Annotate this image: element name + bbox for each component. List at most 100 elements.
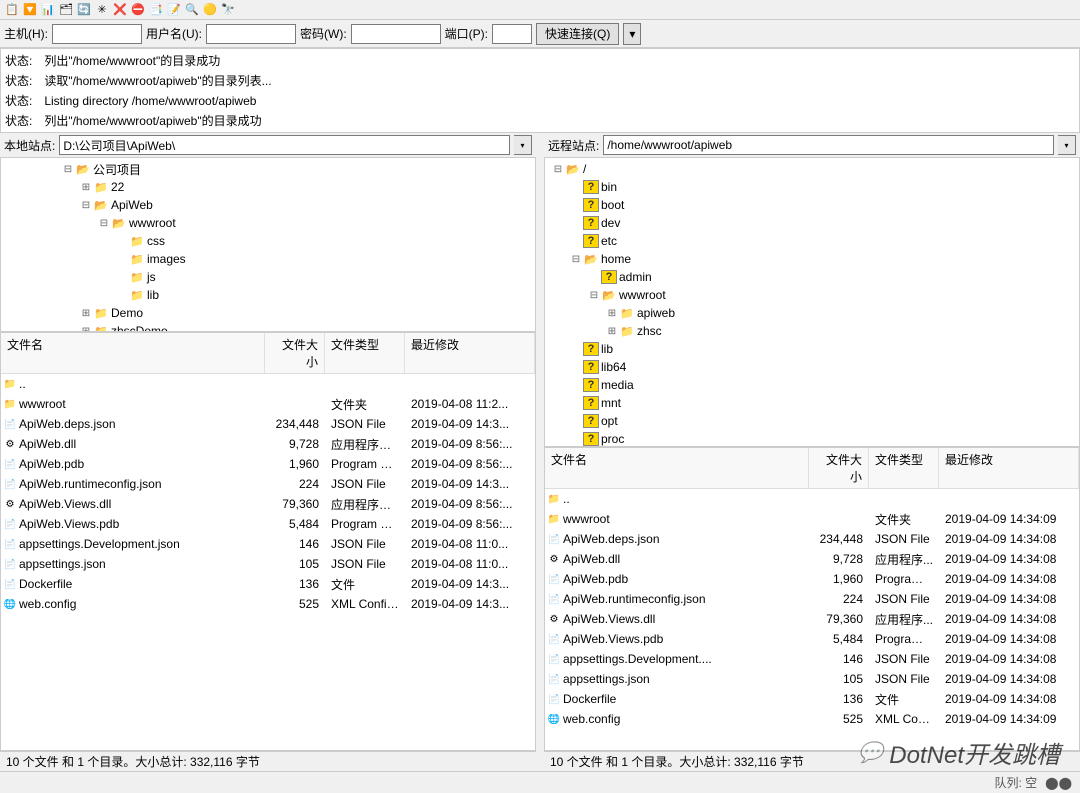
tree-item[interactable]: ⊟ wwwroot [547,286,1077,304]
tree-item[interactable]: ⊟wwwroot [3,214,533,232]
tree-expander[interactable]: ⊞ [605,308,619,319]
tree-item[interactable]: css [3,232,533,250]
file-row[interactable]: ⚙ApiWeb.dll9,728应用程序扩展2019-04-09 8:56:..… [1,434,535,454]
search-icon[interactable]: 🔍 [184,2,200,18]
local-path-dropdown[interactable]: ▾ [514,135,532,155]
port-input[interactable] [492,24,532,44]
file-row[interactable]: 🌐web.config525XML Conf...2019-04-09 14:3… [545,709,1079,729]
file-row[interactable]: 📄ApiWeb.deps.json234,448JSON File2019-04… [545,529,1079,549]
toolbar-icon[interactable]: 📊 [40,2,56,18]
tree-item[interactable]: ?lib64 [547,358,1077,376]
tree-expander[interactable]: ⊞ [605,326,619,337]
tree-item[interactable]: ⊞Demo [3,304,533,322]
tree-item[interactable]: ?boot [547,196,1077,214]
file-row[interactable]: 📄Dockerfile136文件2019-04-09 14:3... [1,574,535,594]
file-row[interactable]: 📁.. [1,374,535,394]
file-row[interactable]: ⚙ApiWeb.dll9,728应用程序...2019-04-09 14:34:… [545,549,1079,569]
toolbar-icon[interactable]: ✳ [94,2,110,18]
refresh-icon[interactable]: 🔄 [76,2,92,18]
tree-expander[interactable]: ⊟ [569,254,583,265]
tree-item[interactable]: ?admin [547,268,1077,286]
file-row[interactable]: 📄ApiWeb.runtimeconfig.json224JSON File20… [545,589,1079,609]
tree-expander[interactable]: ⊟ [97,218,111,229]
file-row[interactable]: 📄ApiWeb.Views.pdb5,484Program Deb...2019… [1,514,535,534]
file-row[interactable]: 📄ApiWeb.pdb1,960Program Deb...2019-04-09… [1,454,535,474]
file-row[interactable]: ⚙ApiWeb.Views.dll79,360应用程序...2019-04-09… [545,609,1079,629]
toolbar-icon[interactable]: 📝 [166,2,182,18]
password-input[interactable] [351,24,441,44]
file-row[interactable]: 🌐web.config525XML Configu...2019-04-09 1… [1,594,535,614]
tree-item[interactable]: ⊞22 [3,178,533,196]
tree-expander[interactable]: ⊞ [79,308,93,319]
toolbar-icon[interactable]: ❌ [112,2,128,18]
tree-item[interactable]: ⊟home [547,250,1077,268]
tree-item[interactable]: ?proc [547,430,1077,447]
quick-connect-button[interactable]: 快速连接(Q) [536,23,619,45]
local-file-header[interactable]: 文件名 文件大小 文件类型 最近修改 [1,333,535,374]
tree-item[interactable]: ⊞zhscDemo [3,322,533,332]
file-row[interactable]: 📁wwwroot文件夹2019-04-08 11:2... [1,394,535,414]
unknown-folder-icon: ? [583,414,599,428]
tree-item[interactable]: ?dev [547,214,1077,232]
local-tree[interactable]: ⊟公司项目⊞22⊟ApiWeb⊟wwwrootcssimagesjslib⊞De… [0,157,536,332]
toolbar-icon[interactable]: 📋 [4,2,20,18]
tree-item[interactable]: ?lib [547,340,1077,358]
remote-file-list: 文件名 文件大小 文件类型 最近修改 📁..📁wwwroot文件夹2019-04… [544,447,1080,751]
remote-tree[interactable]: ⊟/?bin?boot?dev?etc⊟home?admin ⊟ wwwroot ⊞a… [544,157,1080,447]
file-row[interactable]: 📄ApiWeb.Views.pdb5,484Program ...2019-04… [545,629,1079,649]
file-row[interactable]: 📄appsettings.json105JSON File2019-04-09 … [545,669,1079,689]
status-line: 状态: Listing directory /home/wwwroot/apiw… [5,91,1075,111]
split-handle[interactable] [538,133,542,771]
file-row[interactable]: 📄appsettings.json105JSON File2019-04-08 … [1,554,535,574]
file-row[interactable]: 📄ApiWeb.runtimeconfig.json224JSON File20… [1,474,535,494]
file-size: 234,448 [809,532,869,546]
file-row[interactable]: 📁.. [545,489,1079,509]
file-row[interactable]: 📄appsettings.Development....146JSON File… [545,649,1079,669]
tree-item[interactable]: js [3,268,533,286]
file-row[interactable]: 📄ApiWeb.deps.json234,448JSON File2019-04… [1,414,535,434]
tree-item[interactable]: ⊞zhsc [547,322,1077,340]
tree-item[interactable]: ?media [547,376,1077,394]
tree-item[interactable]: ?etc [547,232,1077,250]
status-line: 状态: 列出"/home/wwwroot"的目录成功 [5,51,1075,71]
remote-path-input[interactable] [603,135,1054,155]
tree-item[interactable]: ?mnt [547,394,1077,412]
tree-expander[interactable]: ⊟ [587,290,601,301]
tree-item[interactable]: lib [3,286,533,304]
toolbar-icon[interactable]: 🔽 [22,2,38,18]
file-row[interactable]: 📄appsettings.Development.json146JSON Fil… [1,534,535,554]
quick-connect-dropdown[interactable]: ▾ [623,23,641,45]
local-path-input[interactable] [59,135,510,155]
tree-expander[interactable]: ⊟ [79,200,93,211]
toolbar-icon[interactable]: 📑 [148,2,164,18]
binoculars-icon[interactable]: 🔭 [220,2,236,18]
file-row[interactable]: 📁wwwroot文件夹2019-04-09 14:34:09 [545,509,1079,529]
tree-expander[interactable]: ⊞ [79,182,93,193]
tree-item[interactable]: ?opt [547,412,1077,430]
file-row[interactable]: 📄ApiWeb.pdb1,960Program ...2019-04-09 14… [545,569,1079,589]
status-line: 状态: 读取"/home/wwwroot/apiweb"的目录列表... [5,71,1075,91]
main-toolbar: 📋 🔽 📊 🗂 🔄 ✳ ❌ ⛔ 📑 📝 🔍 🟡 🔭 [0,0,1080,20]
tree-label: wwwroot [619,288,666,302]
tree-item[interactable]: images [3,250,533,268]
tree-item[interactable]: ⊟/ [547,160,1077,178]
toolbar-icon[interactable]: 🗂 [58,2,74,18]
tree-item[interactable]: ?bin [547,178,1077,196]
remote-path-dropdown[interactable]: ▾ [1058,135,1076,155]
toolbar-icon[interactable]: 🟡 [202,2,218,18]
file-row[interactable]: 📄Dockerfile136文件2019-04-09 14:34:08 [545,689,1079,709]
user-label: 用户名(U): [146,25,202,42]
user-input[interactable] [206,24,296,44]
file-type: JSON File [325,557,405,571]
tree-item[interactable]: ⊞apiweb [547,304,1077,322]
toolbar-icon[interactable]: ⛔ [130,2,146,18]
tree-expander[interactable]: ⊟ [551,164,565,175]
remote-file-header[interactable]: 文件名 文件大小 文件类型 最近修改 [545,448,1079,489]
tree-item[interactable]: ⊟公司项目 [3,160,533,178]
tree-expander[interactable]: ⊟ [61,164,75,175]
file-icon: 📄 [1,479,19,490]
host-input[interactable] [52,24,142,44]
file-row[interactable]: ⚙ApiWeb.Views.dll79,360应用程序扩展2019-04-09 … [1,494,535,514]
local-file-list: 文件名 文件大小 文件类型 最近修改 📁..📁wwwroot文件夹2019-04… [0,332,536,751]
tree-item[interactable]: ⊟ApiWeb [3,196,533,214]
